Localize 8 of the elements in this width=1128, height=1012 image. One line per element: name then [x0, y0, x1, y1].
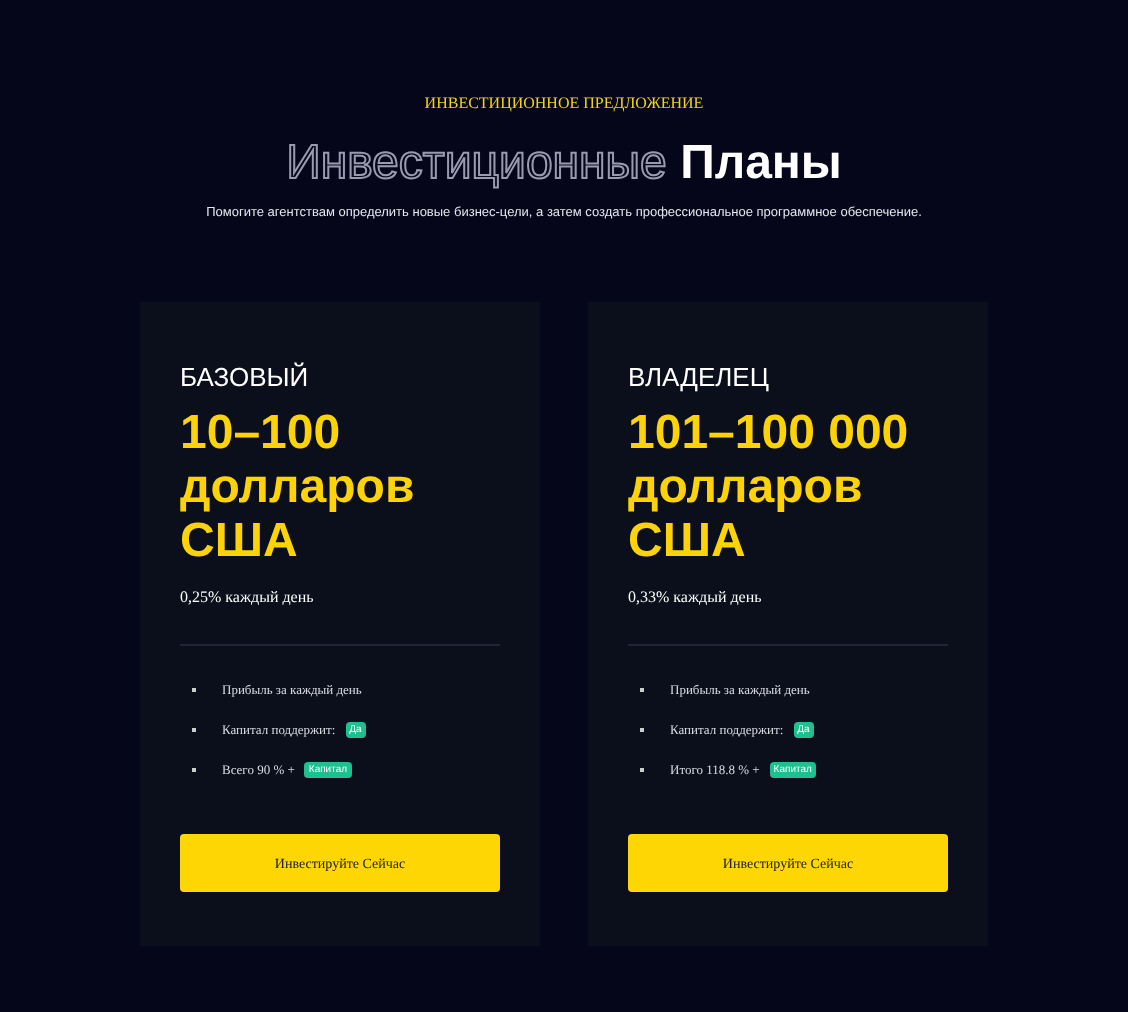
plan-name: БАЗОВЫЙ	[180, 362, 311, 392]
plan-rate: 0,33% каждый день	[628, 588, 764, 606]
plan-amount: 101–100 000 долларов США	[628, 406, 911, 568]
section-eyebrow: ИНВЕСТИЦИОННОЕ ПРЕДЛОЖЕНИЕ	[424, 94, 704, 112]
plan-rate: 0,25% каждый день	[180, 588, 316, 606]
plan-name: ВЛАДЕЛЕЦ	[628, 362, 771, 392]
plan-amount: 10–100 долларов США	[180, 406, 417, 568]
page-title: Инвестиционные Планы	[286, 136, 842, 192]
